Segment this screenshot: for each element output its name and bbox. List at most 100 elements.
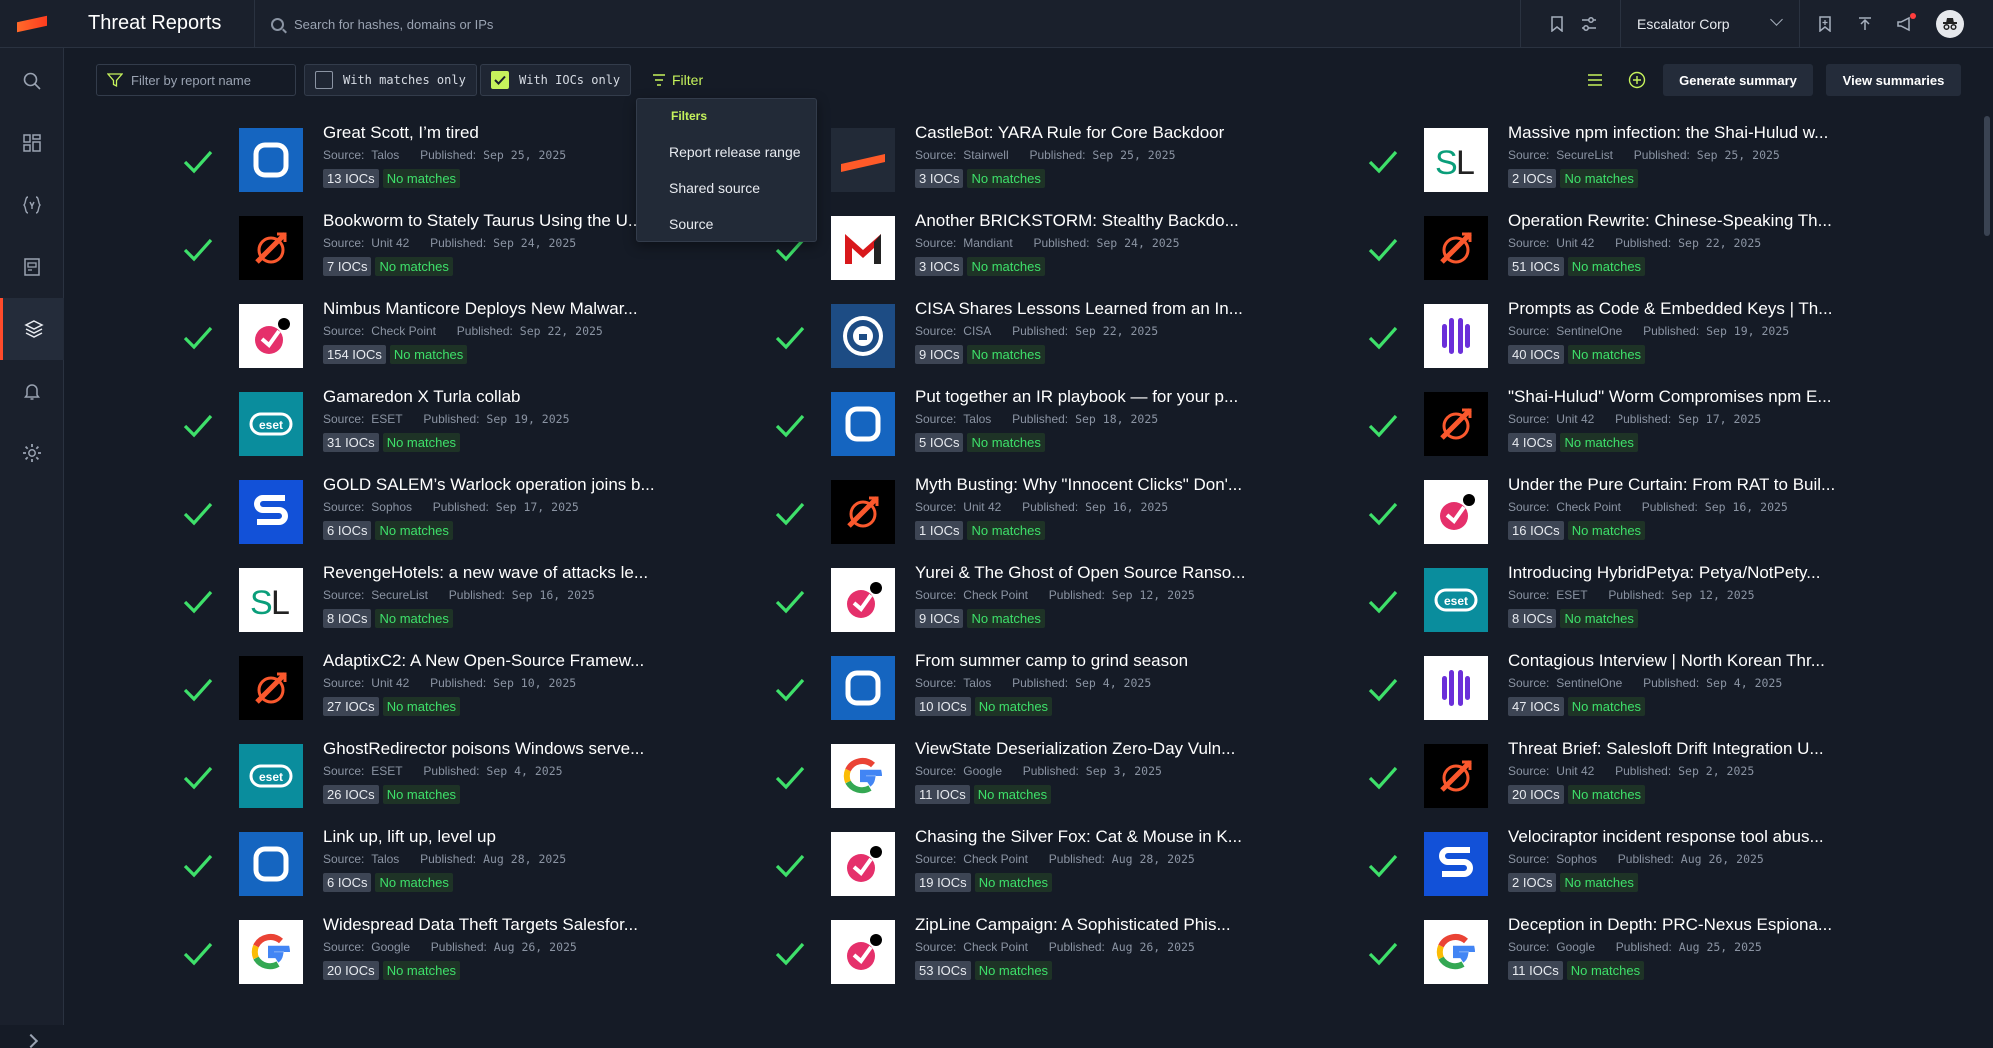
report-title[interactable]: Under the Pure Curtain: From RAT to Buil… [1508,475,1835,495]
report-title[interactable]: Prompts as Code & Embedded Keys | Th... [1508,299,1832,319]
ioc-count-badge[interactable]: 8 IOCs [1508,609,1557,628]
ioc-count-badge[interactable]: 40 IOCs [1508,345,1564,364]
sidebar-item-search[interactable] [0,50,64,112]
ioc-count-badge[interactable]: 16 IOCs [1508,521,1564,540]
ioc-count-badge[interactable]: 154 IOCs [323,345,386,364]
sidebar-item-dashboard[interactable] [0,112,64,174]
report-title[interactable]: "Shai-Hulud" Worm Compromises npm E... [1508,387,1832,407]
report-card[interactable]: Put together an IR playbook — for your p… [770,380,1330,468]
ioc-count-badge[interactable]: 27 IOCs [323,697,379,716]
report-title[interactable]: Widespread Data Theft Targets Salesfor..… [323,915,638,935]
report-title[interactable]: CastleBot: YARA Rule for Core Backdoor [915,123,1224,143]
ioc-count-badge[interactable]: 1 IOCs [915,521,964,540]
filter-button[interactable]: Filter [652,72,703,88]
search-input[interactable] [294,16,1520,32]
ioc-count-badge[interactable]: 47 IOCs [1508,697,1564,716]
report-title[interactable]: Threat Brief: Salesloft Drift Integratio… [1508,739,1824,759]
sidebar-item-threat-reports[interactable] [0,298,64,360]
report-card[interactable]: ViewState Deserialization Zero-Day Vuln.… [770,732,1330,820]
report-card[interactable]: Chasing the Silver Fox: Cat & Mouse in K… [770,820,1330,908]
list-view-icon[interactable] [1586,71,1604,89]
report-title[interactable]: Bookworm to Stately Taurus Using the U..… [323,211,642,231]
with-iocs-checkbox[interactable]: With IOCs only [480,64,632,96]
report-name-filter[interactable]: Filter by report name [96,64,296,96]
ioc-count-badge[interactable]: 6 IOCs [323,873,372,892]
ioc-count-badge[interactable]: 11 IOCs [1508,961,1563,980]
report-title[interactable]: Great Scott, I’m tired [323,123,479,143]
ioc-count-badge[interactable]: 20 IOCs [1508,785,1564,804]
report-title[interactable]: Myth Busting: Why "Innocent Clicks" Don'… [915,475,1242,495]
ioc-count-badge[interactable]: 2 IOCs [1508,873,1557,892]
filter-option-release-range[interactable]: Report release range [669,144,801,160]
report-card[interactable]: From summer camp to grind season Source: … [770,644,1330,732]
ioc-count-badge[interactable]: 4 IOCs [1508,433,1557,452]
report-card[interactable]: CastleBot: YARA Rule for Core Backdoor So… [770,116,1330,204]
report-card[interactable]: S L Massive npm infection: the Shai-Hulud … [1363,116,1923,204]
add-circle-icon[interactable] [1628,71,1646,89]
scrollbar[interactable] [1984,116,1990,236]
sidebar-item-yara[interactable] [0,174,64,236]
report-card[interactable]: AdaptixC2: A New Open-Source Framew... So… [178,644,738,732]
report-card[interactable]: Myth Busting: Why "Innocent Clicks" Don'… [770,468,1330,556]
ioc-count-badge[interactable]: 6 IOCs [323,521,372,540]
ioc-count-badge[interactable]: 20 IOCs [323,961,379,980]
report-card[interactable]: GOLD SALEM’s Warlock operation joins b..… [178,468,738,556]
report-card[interactable]: eset Introducing HybridPetya: Petya/NotPe… [1363,556,1923,644]
report-card[interactable]: Deception in Depth: PRC-Nexus Espiona...… [1363,908,1923,996]
sidebar-item-settings[interactable] [0,422,64,484]
report-title[interactable]: ZipLine Campaign: A Sophisticated Phis..… [915,915,1231,935]
report-card[interactable]: Threat Brief: Salesloft Drift Integratio… [1363,732,1923,820]
ioc-count-badge[interactable]: 7 IOCs [323,257,372,276]
ioc-count-badge[interactable]: 10 IOCs [915,697,971,716]
chevron-right-icon[interactable] [23,1033,39,1048]
filter-option-shared-source[interactable]: Shared source [669,180,760,196]
sidebar-item-reports-list[interactable] [0,236,64,298]
sidebar-item-alerts[interactable] [0,360,64,422]
report-title[interactable]: Chasing the Silver Fox: Cat & Mouse in K… [915,827,1242,847]
bookmark-add-icon[interactable] [1816,15,1834,33]
report-title[interactable]: ViewState Deserialization Zero-Day Vuln.… [915,739,1235,759]
report-title[interactable]: Massive npm infection: the Shai-Hulud w.… [1508,123,1828,143]
report-card[interactable]: S L RevengeHotels: a new wave of attacks l… [178,556,738,644]
view-summaries-button[interactable]: View summaries [1826,64,1961,96]
avatar[interactable] [1936,10,1964,38]
report-title[interactable]: RevengeHotels: a new wave of attacks le.… [323,563,648,583]
report-card[interactable]: Prompts as Code & Embedded Keys | Th... S… [1363,292,1923,380]
ioc-count-badge[interactable]: 5 IOCs [915,433,964,452]
with-matches-checkbox[interactable]: With matches only [304,64,477,96]
sliders-icon[interactable] [1580,15,1598,33]
ioc-count-badge[interactable]: 31 IOCs [323,433,379,452]
report-card[interactable]: Another BRICKSTORM: Stealthy Backdo... So… [770,204,1330,292]
report-card[interactable]: Velociraptor incident response tool abus… [1363,820,1923,908]
report-title[interactable]: Velociraptor incident response tool abus… [1508,827,1824,847]
report-card[interactable]: eset GhostRedirector poisons Windows serv… [178,732,738,820]
ioc-count-badge[interactable]: 9 IOCs [915,609,964,628]
upload-icon[interactable] [1856,15,1874,33]
report-title[interactable]: Put together an IR playbook — for your p… [915,387,1238,407]
report-card[interactable]: CISA Shares Lessons Learned from an In..… [770,292,1330,380]
report-title[interactable]: AdaptixC2: A New Open-Source Framew... [323,651,644,671]
ioc-count-badge[interactable]: 51 IOCs [1508,257,1564,276]
report-card[interactable]: Widespread Data Theft Targets Salesfor..… [178,908,738,996]
bookmark-icon[interactable] [1548,15,1566,33]
report-title[interactable]: Yurei & The Ghost of Open Source Ranso..… [915,563,1245,583]
ioc-count-badge[interactable]: 11 IOCs [915,785,970,804]
report-card[interactable]: Yurei & The Ghost of Open Source Ranso..… [770,556,1330,644]
org-selector[interactable]: Escalator Corp [1620,0,1800,48]
report-title[interactable]: CISA Shares Lessons Learned from an In..… [915,299,1243,319]
ioc-count-badge[interactable]: 53 IOCs [915,961,971,980]
report-title[interactable]: From summer camp to grind season [915,651,1188,671]
report-title[interactable]: Another BRICKSTORM: Stealthy Backdo... [915,211,1239,231]
ioc-count-badge[interactable]: 3 IOCs [915,169,964,188]
report-title[interactable]: Contagious Interview | North Korean Thr.… [1508,651,1825,671]
report-title[interactable]: GhostRedirector poisons Windows serve... [323,739,644,759]
megaphone-icon[interactable] [1896,13,1916,33]
report-title[interactable]: Gamaredon X Turla collab [323,387,521,407]
ioc-count-badge[interactable]: 8 IOCs [323,609,372,628]
ioc-count-badge[interactable]: 2 IOCs [1508,169,1557,188]
report-title[interactable]: Introducing HybridPetya: Petya/NotPety..… [1508,563,1820,583]
filter-option-source[interactable]: Source [669,216,713,232]
report-card[interactable]: Operation Rewrite: Chinese-Speaking Th..… [1363,204,1923,292]
report-card[interactable]: eset Gamaredon X Turla collab Source: ESET… [178,380,738,468]
ioc-count-badge[interactable]: 13 IOCs [323,169,379,188]
